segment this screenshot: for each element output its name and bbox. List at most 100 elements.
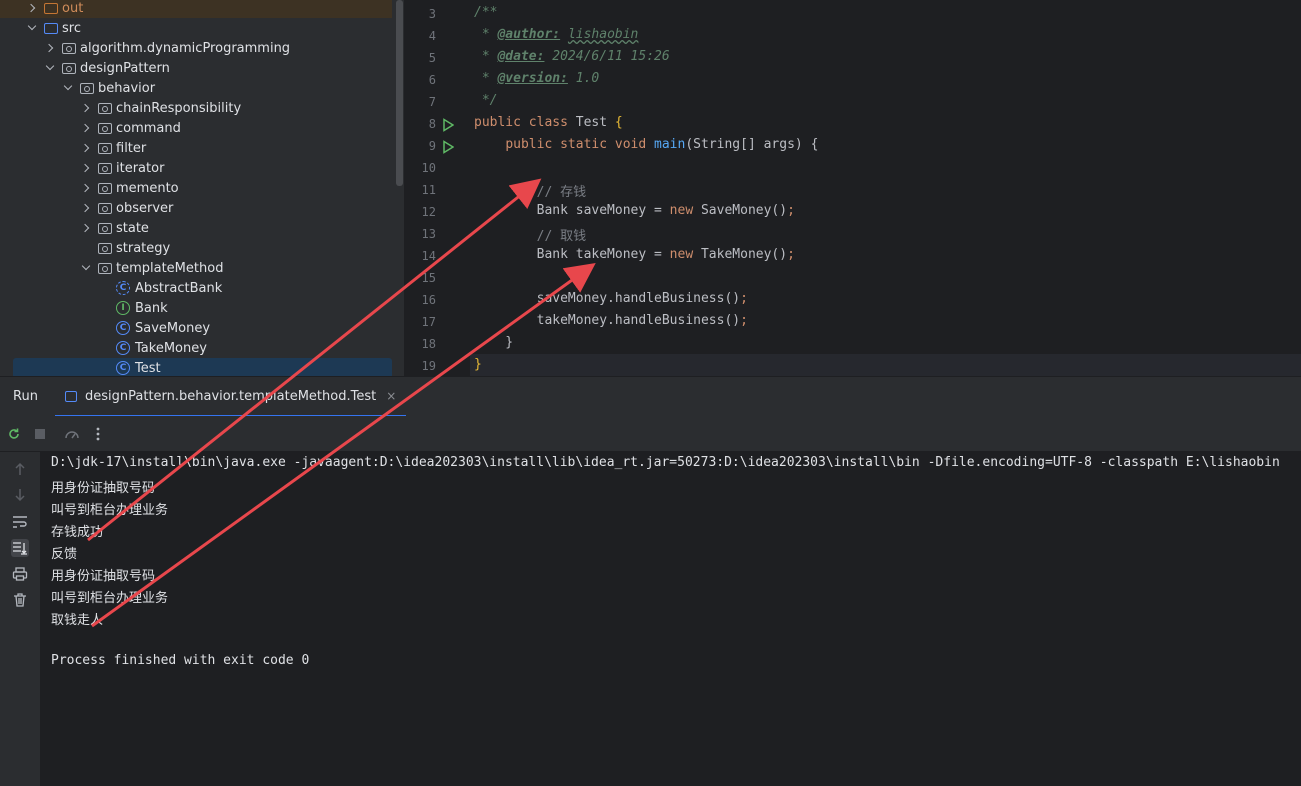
console-output[interactable]: D:\jdk-17\install\bin\java.exe -javaagen… xyxy=(40,452,1301,786)
tree-item-label: SaveMoney xyxy=(135,320,211,336)
chevron-down-icon[interactable] xyxy=(44,62,56,74)
tree-item-savemoney[interactable]: C SaveMoney xyxy=(0,318,392,338)
print-button[interactable] xyxy=(11,565,29,583)
scroll-to-end-icon xyxy=(13,542,27,555)
code-line: /** xyxy=(474,5,498,20)
tree-item-label: AbstractBank xyxy=(135,280,223,296)
tree-item-label: Test xyxy=(135,360,161,376)
stop-button[interactable] xyxy=(32,426,48,442)
line-number: 14 xyxy=(421,249,436,263)
clear-console-button[interactable] xyxy=(11,591,29,609)
line-number: 10 xyxy=(421,161,436,175)
chevron-down-icon[interactable] xyxy=(62,82,74,94)
chevron-right-icon[interactable] xyxy=(80,102,92,114)
tree-item-behavior[interactable]: behavior xyxy=(0,78,392,98)
code-line: */ xyxy=(474,93,498,108)
tree-item-label: memento xyxy=(116,180,179,196)
line-number: 7 xyxy=(428,95,436,109)
tree-item-filter[interactable]: filter xyxy=(0,138,392,158)
code-line: Bank takeMoney = new TakeMoney(); xyxy=(474,247,795,262)
chevron-right-icon[interactable] xyxy=(26,2,38,14)
code-line: * @author: lishaobin xyxy=(474,27,639,42)
arrow-up-icon xyxy=(15,462,25,475)
chevron-down-icon[interactable] xyxy=(80,262,92,274)
package-icon xyxy=(80,82,94,94)
package-icon xyxy=(98,122,112,134)
tree-item-memento[interactable]: memento xyxy=(0,178,392,198)
tree-item-abstractbank[interactable]: C AbstractBank xyxy=(0,278,392,298)
tree-item-state[interactable]: state xyxy=(0,218,392,238)
line-number: 15 xyxy=(421,271,436,285)
tree-item-label: Bank xyxy=(135,300,168,316)
console-side-toolbar xyxy=(0,452,40,786)
profiler-button[interactable] xyxy=(64,426,80,442)
rerun-button[interactable] xyxy=(6,426,22,442)
console-line: 存钱成功 xyxy=(51,525,104,540)
line-number: 18 xyxy=(421,337,436,351)
line-number: 19 xyxy=(421,359,436,373)
print-icon xyxy=(12,567,28,581)
scroll-to-end-button[interactable] xyxy=(11,539,29,557)
tree-item-observer[interactable]: observer xyxy=(0,198,392,218)
run-panel-title: Run xyxy=(13,389,38,404)
tree-item-templatemethod[interactable]: templateMethod xyxy=(0,258,392,278)
run-toolbar xyxy=(0,416,1301,452)
trash-icon xyxy=(14,593,26,607)
chevron-right-icon[interactable] xyxy=(80,142,92,154)
tree-item-label: observer xyxy=(116,200,174,216)
package-icon xyxy=(98,242,112,254)
close-tab-icon[interactable]: × xyxy=(386,389,396,403)
tree-item-chainresponsibility[interactable]: chainResponsibility xyxy=(0,98,392,118)
tree-item-bank[interactable]: I Bank xyxy=(0,298,392,318)
line-number: 11 xyxy=(421,183,436,197)
line-number: 4 xyxy=(428,29,436,43)
run-config-tab[interactable]: designPattern.behavior.templateMethod.Te… xyxy=(55,377,407,417)
code-editor[interactable]: 3 /** 4 * @author: lishaobin 5 * @date: 202… xyxy=(404,0,1301,376)
code-line: public static void main(String[] args) { xyxy=(505,137,819,152)
line-number: 6 xyxy=(428,73,436,87)
tree-item-label: chainResponsibility xyxy=(116,100,242,116)
line-number: 8 xyxy=(428,117,436,131)
tree-item-src[interactable]: src xyxy=(0,18,392,38)
console-line: 用身份证抽取号码 xyxy=(51,481,156,496)
gauge-icon xyxy=(65,431,79,439)
chevron-right-icon[interactable] xyxy=(80,182,92,194)
tree-item-out[interactable]: out xyxy=(0,0,392,18)
line-number: 17 xyxy=(421,315,436,329)
line-number: 16 xyxy=(421,293,436,307)
scroll-down-button[interactable] xyxy=(11,486,29,504)
chevron-down-icon[interactable] xyxy=(26,22,38,34)
package-icon xyxy=(98,162,112,174)
chevron-right-icon[interactable] xyxy=(80,202,92,214)
run-gutter-icon[interactable] xyxy=(442,118,454,132)
tree-item-command[interactable]: command xyxy=(0,118,392,138)
project-tree: out src algorithm.dynamicProgramming design… xyxy=(0,0,404,376)
chevron-right-icon[interactable] xyxy=(80,122,92,134)
run-tab-label: designPattern.behavior.templateMethod.Te… xyxy=(85,388,377,404)
tree-item-test[interactable]: C Test xyxy=(13,358,392,376)
chevron-right-icon[interactable] xyxy=(44,42,56,54)
class-icon: C xyxy=(116,361,130,375)
line-number: 9 xyxy=(428,139,436,153)
code-line: takeMoney.handleBusiness(); xyxy=(474,313,748,328)
code-line: } xyxy=(474,335,514,350)
package-icon xyxy=(98,102,112,114)
code-line: public class Test { xyxy=(474,115,623,130)
run-gutter-icon[interactable] xyxy=(442,140,454,154)
package-icon xyxy=(98,142,112,154)
tree-scrollbar[interactable] xyxy=(396,0,403,186)
tree-item-label: TakeMoney xyxy=(135,340,207,356)
scroll-up-button[interactable] xyxy=(11,460,29,478)
tree-item-algorithm-dynamicprogramming[interactable]: algorithm.dynamicProgramming xyxy=(0,38,392,58)
tree-item-iterator[interactable]: iterator xyxy=(0,158,392,178)
chevron-right-icon[interactable] xyxy=(80,162,92,174)
tree-item-strategy[interactable]: strategy xyxy=(0,238,392,258)
tree-item-designpattern[interactable]: designPattern xyxy=(0,58,392,78)
more-options-button[interactable] xyxy=(90,426,106,442)
code-line: * @date: 2024/6/11 15:26 xyxy=(474,49,670,64)
soft-wrap-button[interactable] xyxy=(11,513,29,531)
chevron-right-icon[interactable] xyxy=(80,222,92,234)
console-line: 用身份证抽取号码 xyxy=(51,569,156,584)
current-line-highlight xyxy=(470,354,1301,376)
tree-item-takemoney[interactable]: C TakeMoney xyxy=(0,338,392,358)
